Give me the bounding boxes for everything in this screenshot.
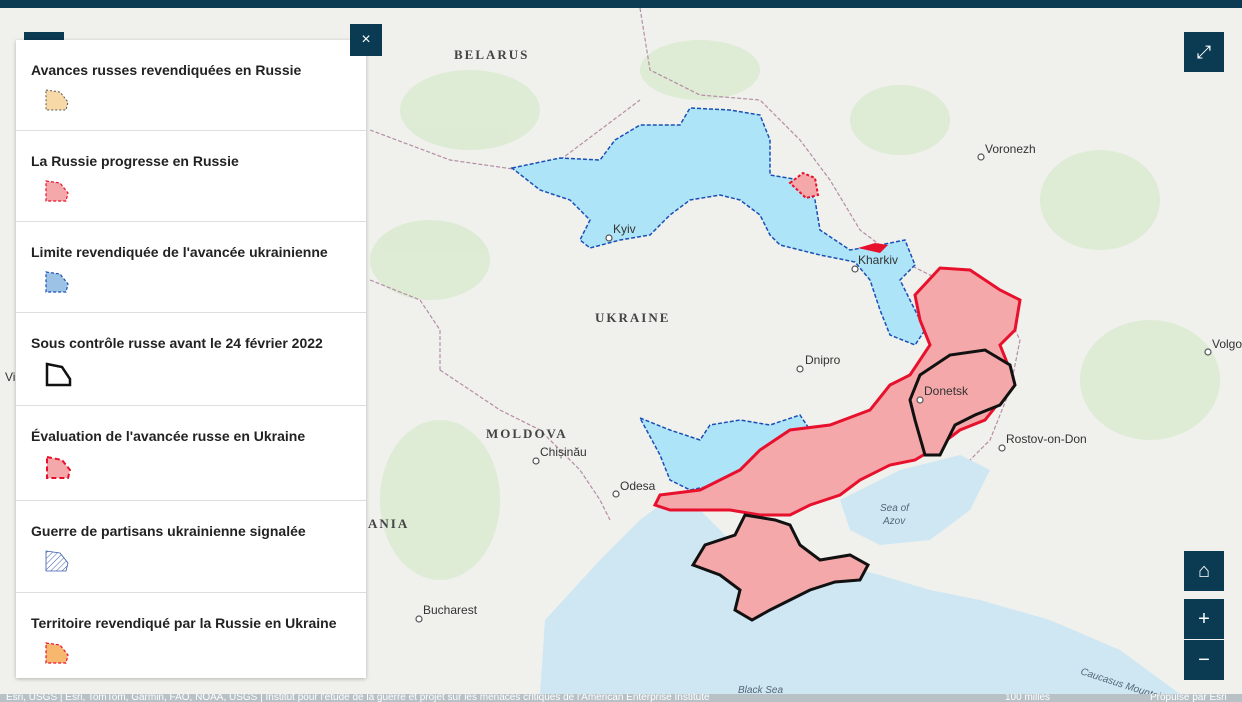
close-legend-button[interactable]: ×: [350, 24, 382, 56]
swatch-russian-claimed-in-russia-icon: [45, 89, 69, 111]
attribution-text: Esri, USGS | Esri, TomTom, Garmin, FAO, …: [6, 694, 710, 702]
legend-item-label: Évaluation de l'avancée russe en Ukraine: [31, 428, 306, 444]
sea-label-azov-1: Sea of: [880, 503, 910, 514]
country-label-ukraine: UKRAINE: [595, 310, 670, 325]
legend-item-label: Sous contrôle russe avant le 24 février …: [31, 335, 323, 351]
fullscreen-button[interactable]: ⤢: [1184, 32, 1224, 72]
city-label-donetsk: Donetsk: [924, 384, 969, 398]
legend-item-russian-control-before-2022: Sous contrôle russe avant le 24 février …: [16, 313, 366, 406]
minus-icon: −: [1198, 648, 1210, 671]
zoom-in-button[interactable]: +: [1184, 599, 1224, 639]
legend-tab[interactable]: [24, 32, 64, 40]
city-label-vi: Vi: [5, 370, 15, 384]
city-label-kharkiv: Kharkiv: [858, 253, 898, 267]
city-label-rostov: Rostov-on-Don: [1006, 432, 1087, 446]
legend-item-label: Limite revendiquée de l'avancée ukrainie…: [31, 244, 328, 260]
fullscreen-icon: ⤢: [1196, 41, 1212, 62]
city-label-voronezh: Voronezh: [985, 142, 1036, 156]
attribution-bar: Esri, USGS | Esri, TomTom, Garmin, FAO, …: [0, 694, 1242, 702]
city-label-dnipro: Dnipro: [805, 353, 841, 367]
home-button[interactable]: ⌂: [1184, 551, 1224, 591]
country-label-romania: ANIA: [368, 516, 409, 531]
city-label-chisinau: Chișinău: [540, 445, 587, 459]
country-label-moldova: MOLDOVA: [486, 426, 568, 441]
swatch-russian-advance-assessment-icon: [46, 455, 72, 479]
sea-label-azov-2: Azov: [882, 516, 906, 527]
plus-icon: +: [1198, 607, 1210, 630]
swatch-russia-progress-icon: [45, 180, 69, 202]
legend-item-ukrainian-partisan-warfare: Guerre de partisans ukrainienne signalée: [16, 501, 366, 593]
country-label-belarus: BELARUS: [454, 47, 529, 62]
legend-item-russian-claimed-territory-in-ukraine: Territoire revendiqué par la Russie en U…: [16, 593, 366, 683]
legend-item-label: Avances russes revendiquées en Russie: [31, 62, 302, 78]
swatch-pre-2022-control-icon: [45, 362, 72, 387]
legend-item-russian-claimed-advance-in-russia: Avances russes revendiquées en Russie: [16, 40, 366, 131]
swatch-partisan-warfare-icon: [45, 550, 69, 572]
swatch-ukrainian-advance-icon: [45, 271, 69, 293]
home-icon: ⌂: [1197, 559, 1211, 582]
zoom-out-button[interactable]: −: [1184, 640, 1224, 680]
swatch-russian-claimed-territory-icon: [45, 642, 69, 664]
sea-label-black: Black Sea: [738, 685, 783, 694]
legend-panel: Avances russes revendiquées en Russie La…: [16, 40, 366, 678]
city-label-bucharest: Bucharest: [423, 603, 478, 617]
legend-item-russian-advance-assessment: Évaluation de l'avancée russe en Ukraine: [16, 406, 366, 501]
city-label-volgo: Volgo: [1212, 337, 1242, 351]
city-label-kyiv: Kyiv: [613, 222, 636, 236]
legend-item-label: Guerre de partisans ukrainienne signalée: [31, 523, 306, 539]
legend-item-russia-progress-in-russia: La Russie progresse en Russie: [16, 131, 366, 222]
city-label-odesa: Odesa: [620, 479, 656, 493]
top-bar: [0, 0, 1242, 8]
legend-item-ukrainian-advance-claimed-limit: Limite revendiquée de l'avancée ukrainie…: [16, 222, 366, 313]
scale-label: 100 milles: [1005, 694, 1051, 702]
legend-item-label: Territoire revendiqué par la Russie en U…: [31, 615, 337, 631]
legend-item-label: La Russie progresse en Russie: [31, 153, 239, 169]
powered-by[interactable]: Propulsé par Esri: [1150, 694, 1227, 702]
